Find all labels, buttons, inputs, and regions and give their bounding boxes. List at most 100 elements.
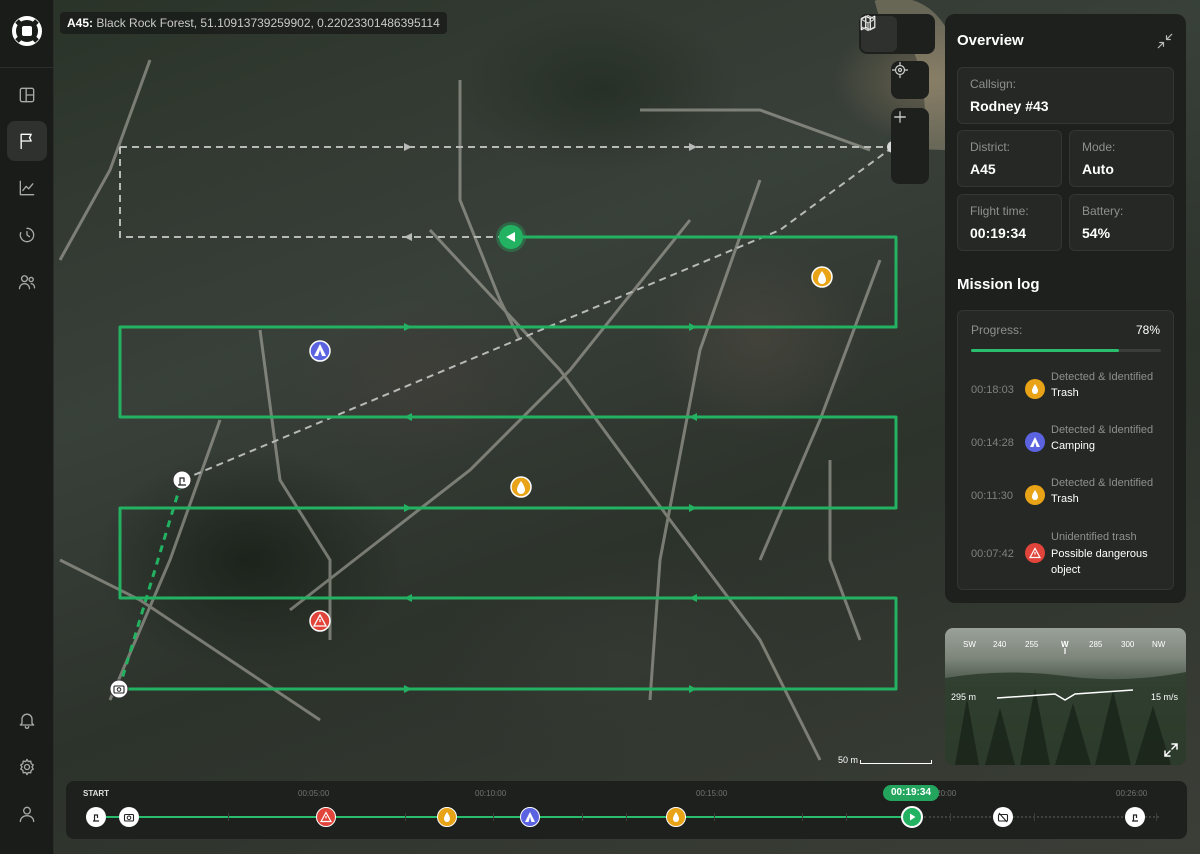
sidebar-item-analytics[interactable] bbox=[7, 168, 47, 208]
map-view-toggle bbox=[859, 14, 935, 54]
callsign-card: Callsign: Rodney #43 bbox=[957, 67, 1174, 124]
compass-label: 240 bbox=[993, 640, 1007, 649]
log-detail: Possible dangerous object bbox=[1051, 548, 1148, 576]
mode-label: Mode: bbox=[1082, 140, 1116, 154]
timeline-tick-label: 00:10:00 bbox=[475, 789, 507, 798]
timeline-current-time: 00:19:34 bbox=[883, 785, 939, 801]
logo[interactable] bbox=[10, 14, 44, 48]
speed-readout: 15 m/s bbox=[1150, 692, 1178, 702]
timeline-tick bbox=[493, 813, 494, 821]
timeline-progress bbox=[96, 816, 912, 818]
collapse-button[interactable] bbox=[1156, 32, 1174, 50]
log-entry[interactable]: 00:18:03 Detected & Identified Trash bbox=[971, 369, 1166, 415]
sidebar-item-team[interactable] bbox=[7, 262, 47, 302]
timeline-remaining bbox=[924, 816, 1159, 818]
zoom-group bbox=[891, 108, 929, 184]
compass-label: 300 bbox=[1121, 640, 1135, 649]
log-time: 00:07:42 bbox=[971, 548, 1014, 560]
crosshair-icon bbox=[891, 61, 909, 79]
timeline-tick-label: 00:05:00 bbox=[298, 789, 330, 798]
mode-card: Mode: Auto bbox=[1069, 130, 1174, 187]
log-detail: Trash bbox=[1051, 493, 1079, 505]
altitude-readout: 295 m bbox=[951, 692, 977, 702]
fullscreen-button[interactable] bbox=[1164, 743, 1178, 757]
collapse-icon bbox=[1157, 33, 1173, 49]
compass-label: W bbox=[1061, 640, 1069, 649]
timeline-tick bbox=[802, 813, 803, 821]
route-arrows bbox=[404, 143, 697, 241]
scale-bar bbox=[860, 760, 932, 764]
sidebar-divider bbox=[0, 67, 54, 68]
timeline-camera-marker[interactable] bbox=[119, 807, 139, 827]
log-detail: Trash bbox=[1051, 387, 1079, 399]
compass-strip: SW 240 255 W 285 300 NW bbox=[945, 636, 1186, 654]
sidebar-item-profile[interactable] bbox=[7, 794, 47, 834]
sidebar-item-settings[interactable] bbox=[7, 747, 47, 787]
coordinates-chip: A45: Black Rock Forest, 51.1091373925990… bbox=[60, 12, 447, 34]
battery-value: 54% bbox=[1082, 225, 1111, 241]
drone-marker[interactable] bbox=[496, 222, 526, 252]
camera-feed[interactable]: SW 240 255 W 285 300 NW 295 m 15 m/s bbox=[945, 628, 1186, 765]
poi-camera[interactable] bbox=[109, 679, 129, 699]
map-3d-button[interactable] bbox=[860, 14, 933, 52]
compass-label: SW bbox=[963, 640, 976, 649]
poi-danger[interactable] bbox=[309, 610, 331, 632]
log-time: 00:14:28 bbox=[971, 437, 1014, 449]
locate-button[interactable] bbox=[891, 61, 929, 99]
flight-path bbox=[118, 235, 898, 691]
overview-title: Overview bbox=[957, 32, 1024, 49]
timeline-tick bbox=[228, 813, 229, 821]
layout-icon bbox=[19, 87, 35, 103]
poi-launch[interactable] bbox=[172, 470, 192, 490]
launch-icon bbox=[93, 814, 99, 822]
poi-camping[interactable] bbox=[309, 340, 331, 362]
warning-icon bbox=[1025, 543, 1045, 563]
timeline-launch-marker[interactable] bbox=[86, 807, 106, 827]
timeline-tick bbox=[950, 813, 951, 821]
timeline-tick bbox=[714, 813, 715, 821]
log-time: 00:11:30 bbox=[971, 490, 1014, 502]
sidebar-item-history[interactable] bbox=[7, 215, 47, 255]
flight-time-value: 00:19:34 bbox=[970, 225, 1027, 241]
poi-trash-1[interactable] bbox=[811, 266, 833, 288]
mission-log-title: Mission log bbox=[957, 276, 1040, 293]
chart-icon bbox=[19, 180, 35, 196]
history-icon bbox=[19, 227, 35, 243]
trash-icon bbox=[673, 812, 679, 822]
log-entry[interactable]: 00:07:42 Unidentified trash Possible dan… bbox=[971, 529, 1166, 583]
log-title: Detected & Identified bbox=[1051, 371, 1154, 383]
tent-icon bbox=[525, 812, 535, 822]
bell-icon bbox=[19, 713, 35, 729]
scale-label: 50 m bbox=[838, 755, 859, 765]
timeline-tick bbox=[1034, 813, 1035, 821]
expand-icon bbox=[1164, 743, 1178, 757]
progress-value: 78% bbox=[1135, 323, 1160, 337]
timeline-trash-marker[interactable] bbox=[666, 807, 686, 827]
log-entry[interactable]: 00:14:28 Detected & Identified Camping bbox=[971, 422, 1166, 468]
progress-fill bbox=[971, 349, 1120, 352]
timeline-playhead[interactable] bbox=[901, 806, 923, 828]
flag-icon bbox=[20, 133, 32, 150]
timeline-tick bbox=[582, 813, 583, 821]
progress-bar bbox=[971, 349, 1161, 352]
district-card: District: A45 bbox=[957, 130, 1062, 187]
trash-icon bbox=[1025, 485, 1045, 505]
timeline-camera-off-marker[interactable] bbox=[993, 807, 1013, 827]
poi-trash-2[interactable] bbox=[510, 476, 532, 498]
district-value: A45 bbox=[970, 161, 996, 177]
sidebar-item-missions[interactable] bbox=[7, 121, 47, 161]
timeline-danger-marker[interactable] bbox=[316, 807, 336, 827]
mission-timeline[interactable]: START 00:05:00 00:10:00 00:15:00 00:20:0… bbox=[66, 781, 1187, 839]
log-title: Unidentified trash bbox=[1051, 531, 1137, 543]
timeline-landing-marker[interactable] bbox=[1125, 807, 1145, 827]
timeline-tick bbox=[626, 813, 627, 821]
timeline-camping-marker[interactable] bbox=[520, 807, 540, 827]
flight-time-card: Flight time: 00:19:34 bbox=[957, 194, 1062, 251]
camera-off-icon bbox=[997, 812, 1009, 823]
zoom-out-button[interactable] bbox=[891, 116, 929, 184]
callsign-label: Callsign: bbox=[970, 77, 1017, 91]
sidebar-item-notifications[interactable] bbox=[7, 700, 47, 740]
timeline-trash-marker[interactable] bbox=[437, 807, 457, 827]
sidebar-item-dashboard[interactable] bbox=[7, 75, 47, 115]
log-entry[interactable]: 00:11:30 Detected & Identified Trash bbox=[971, 475, 1166, 521]
